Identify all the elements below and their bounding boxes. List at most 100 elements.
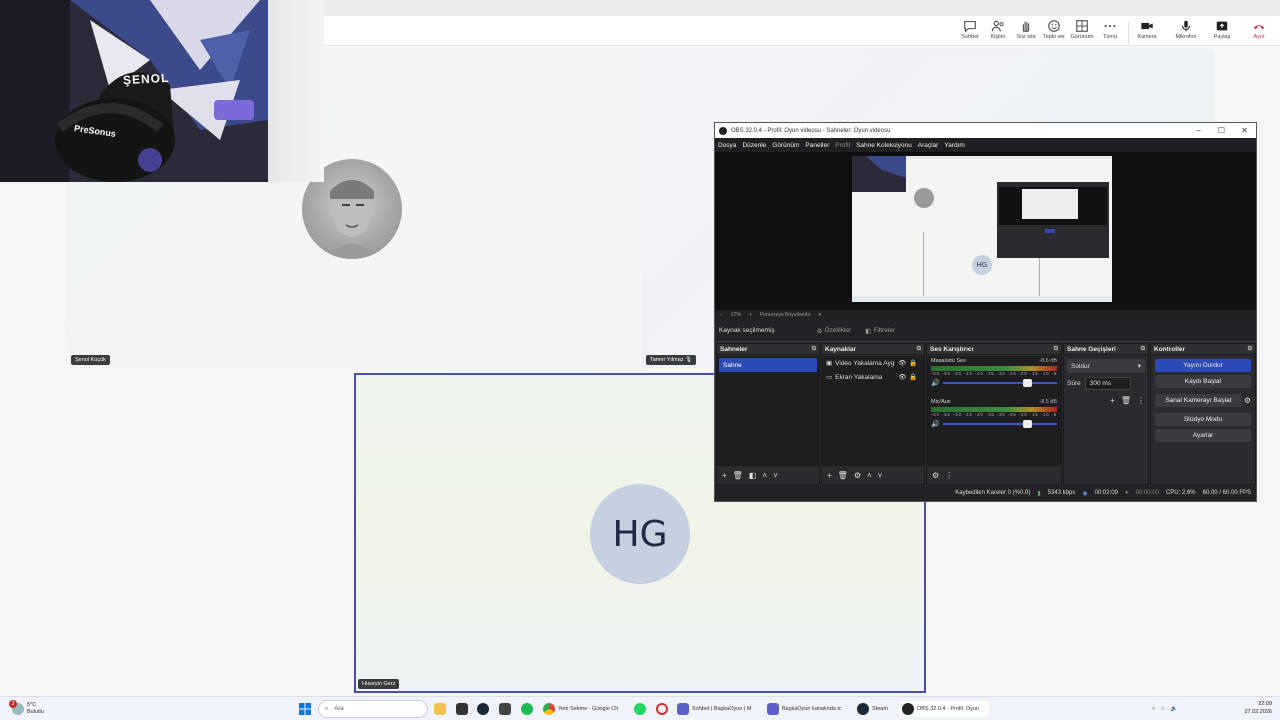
obs-window[interactable]: OBS 32.0.4 - Profil: Oyun videosu - Sahn… [714,122,1257,502]
arrow-down-icon[interactable]: ˅ [773,471,778,480]
webcam-feed-image [0,0,268,182]
studio-mode-button[interactable]: Stüdyo Modu [1155,413,1251,426]
mic-button[interactable]: Mikrofon [1171,19,1201,40]
menu-docks[interactable]: Paneller [805,142,829,149]
menu-profile[interactable]: Profil [835,142,850,149]
file-explorer-button[interactable] [434,701,446,717]
menu-scene-collection[interactable]: Sahne Koleksiyonu [856,142,912,149]
leave-button[interactable]: Ayrıl [1244,19,1274,40]
system-tray[interactable]: ˄ ⌂ 🔈 [1152,701,1177,717]
zoom-in-button[interactable]: + [749,312,752,318]
taskbar-app-teams-chat[interactable]: Sohbet | BaşkaOyun | M [677,701,763,717]
steam-pinned-button[interactable] [477,701,489,717]
volume-slider[interactable] [942,420,1057,428]
dock-float-icon[interactable]: ⧉ [1141,346,1145,353]
close-icon[interactable]: ✕ [1233,126,1256,135]
arrow-down-icon[interactable]: ˅ [878,471,883,480]
steam-icon [477,703,489,715]
kebab-icon[interactable]: ⋮ [945,471,953,480]
trash-icon[interactable]: 🗑 [733,471,743,480]
opera-button[interactable] [656,701,668,717]
taskbar-app-steam[interactable]: Steam [857,701,888,717]
speaker-icon[interactable]: 🔊 [931,420,940,428]
arrow-up-icon[interactable]: ˄ [867,471,872,480]
taskbar-search[interactable]: ⌕ Ara [318,700,428,718]
kebab-icon[interactable]: ⋮ [1137,396,1145,405]
preview-canvas[interactable]: HG [852,156,1112,302]
trash-icon[interactable]: 🗑 [838,471,848,480]
dock-float-icon[interactable]: ⧉ [812,346,816,353]
duration-input[interactable]: 300 ms [1084,377,1131,390]
dock-float-icon[interactable]: ⧉ [1248,346,1252,353]
gear-icon[interactable]: ⚙ [1244,396,1251,405]
menu-edit[interactable]: Düzenle [742,142,766,149]
lock-icon[interactable]: 🔒 [909,359,917,367]
calculator-button[interactable] [456,701,468,717]
obs-title-bar: OBS 32.0.4 - Profil: Oyun videosu - Sahn… [715,123,1256,138]
share-icon [1216,21,1228,31]
eye-icon[interactable]: 👁 [898,359,906,367]
raise-hand-button[interactable]: Söz iste [1011,19,1041,40]
arrow-up-icon[interactable]: ˄ [762,471,767,480]
whatsapp-button[interactable] [634,701,646,717]
scene-item[interactable]: Sahne [719,358,817,372]
chevron-down-icon[interactable]: ▾ [818,312,821,318]
volume-slider[interactable] [942,379,1057,387]
taskbar-clock[interactable]: 22:09 27.02.2026 [1244,700,1272,716]
add-icon[interactable]: + [827,471,832,480]
minimize-icon[interactable]: – [1187,126,1210,135]
menu-view[interactable]: Görünüm [772,142,799,149]
search-placeholder: Ara [334,706,344,712]
dock-float-icon[interactable]: ⧉ [1054,346,1058,353]
volume-meter [931,366,1057,371]
chevron-up-icon[interactable]: ˄ [1152,706,1155,712]
share-button[interactable]: Paylaş [1207,19,1237,40]
fit-to-window-button[interactable]: Pencereye Boyutlandır [760,312,811,318]
more-button[interactable]: Tümü [1095,19,1125,40]
lock-icon[interactable]: 🔒 [909,373,917,381]
volume-slider-knob[interactable] [1022,379,1032,387]
filters-button[interactable]: ◧ Filtreler [865,327,895,335]
obs-source-toolbar: Kaynak seçilmemiş ⚙ Özellikler ◧ Filtreler [715,320,1256,342]
start-recording-button[interactable]: Kaydı Başlat [1155,375,1251,388]
eye-icon[interactable]: 👁 [898,373,906,381]
camera-button[interactable]: Kamera [1132,19,1162,40]
menu-help[interactable]: Yardım [944,142,964,149]
start-virtual-camera-button[interactable]: Sanal Kamerayı Başlat [1155,394,1242,407]
gear-icon[interactable]: ⚙ [854,471,861,480]
weather-widget[interactable]: 3 5°C Bulutlu [9,700,44,717]
transition-select[interactable]: Soldur ▾ [1067,359,1145,373]
settings-button[interactable]: Ayarlar [1155,429,1251,442]
add-icon[interactable]: + [1110,396,1115,405]
maximize-icon[interactable]: ☐ [1210,126,1233,135]
filter-icon[interactable]: ◧ [749,471,757,480]
volume-slider-knob[interactable] [1022,420,1032,428]
menu-tools[interactable]: Araçlar [918,142,939,149]
dock-float-icon[interactable]: ⧉ [917,346,921,353]
gear-icon[interactable]: ⚙ [932,471,939,480]
chat-button[interactable]: Sohbet [955,19,985,40]
taskbar-app-chrome[interactable]: Yeni Sekme - Google Ch [543,701,627,717]
view-button[interactable]: Görünüm [1067,19,1097,40]
taskbar-app-obs[interactable]: OBS 32.0.4 - Profil: Oyun [899,701,989,717]
muted-mic-icon: 🎙 [685,357,693,363]
source-item[interactable]: ▭ Ekran Yakalama 👁 🔒 [822,370,924,384]
source-item[interactable]: ▣ Video Yakalama Aygıtı 👁 🔒 [822,356,924,370]
react-button[interactable]: Tepki ver [1039,19,1069,40]
volume-icon[interactable]: 🔈 [1171,706,1178,712]
zoom-out-button[interactable]: − [720,312,723,318]
people-button[interactable]: Kişiler [983,19,1013,40]
start-button[interactable] [299,701,311,717]
spotify-button[interactable] [521,701,533,717]
signal-icon: ▮ [1037,490,1041,497]
speaker-icon[interactable]: 🔊 [931,379,940,387]
taskbar-app-teams-meeting[interactable]: BaşkaOyun kanalında tc [767,701,853,717]
properties-button[interactable]: ⚙ Özellikler [817,327,852,335]
network-icon[interactable]: ⌂ [1161,706,1164,712]
trash-icon[interactable]: 🗑 [1121,396,1131,405]
add-icon[interactable]: + [722,471,727,480]
obs-preview-area[interactable]: HG [715,152,1256,310]
app-pinned-button[interactable] [499,701,511,717]
stop-streaming-button[interactable]: Yayını Durdur [1155,359,1251,372]
menu-file[interactable]: Dosya [718,142,736,149]
